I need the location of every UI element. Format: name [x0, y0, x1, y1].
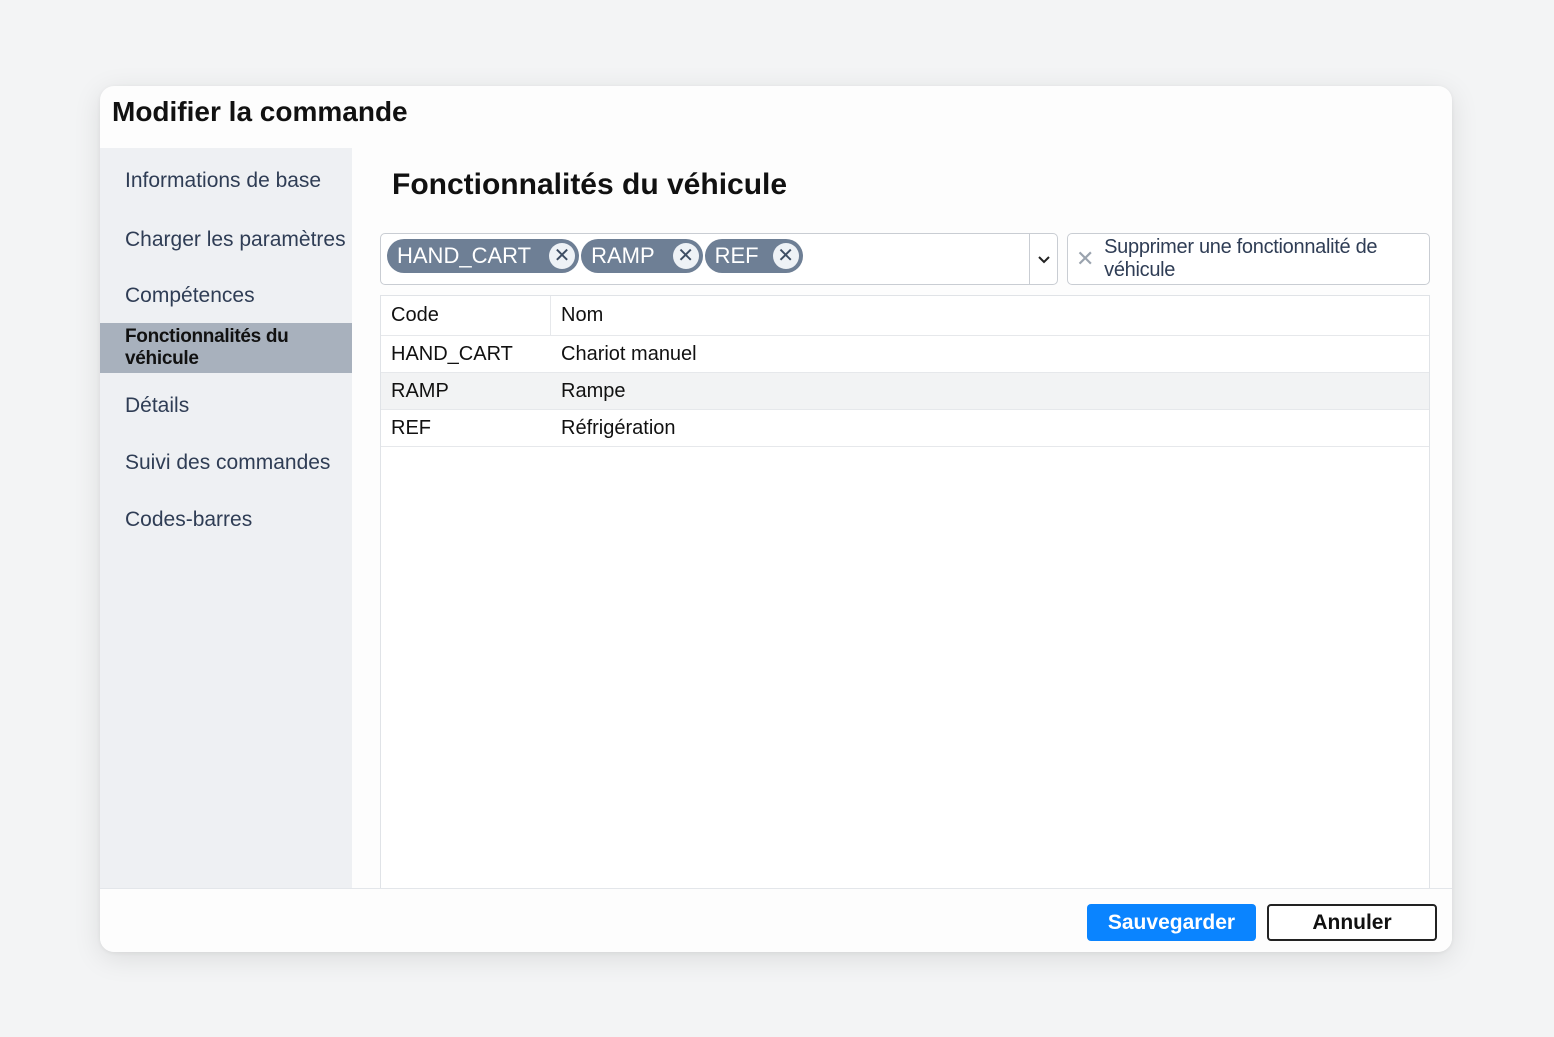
sidebar-item-label: Charger les paramètres — [125, 228, 346, 251]
sidebar-item-label: Codes-barres — [125, 508, 253, 531]
edit-order-dialog: Modifier la commande Informations de bas… — [100, 86, 1452, 952]
cell-code: RAMP — [391, 379, 449, 402]
cell-name: Réfrigération — [561, 416, 676, 439]
sidebar-item-load-settings[interactable]: Charger les paramètres — [100, 215, 352, 265]
save-button[interactable]: Sauvegarder — [1087, 904, 1256, 941]
sidebar-item-vehicle-features[interactable]: Fonctionnalités du véhicule — [100, 323, 352, 373]
sidebar-item-basic-info[interactable]: Informations de base — [100, 156, 352, 206]
cancel-button[interactable]: Annuler — [1267, 904, 1437, 941]
section-title: Fonctionnalités du véhicule — [392, 168, 788, 201]
cell-name: Rampe — [561, 379, 626, 402]
tag-label: HAND_CART — [397, 243, 532, 268]
sidebar-item-skills[interactable]: Compétences — [100, 271, 352, 321]
sidebar-item-label: Détails — [125, 394, 190, 417]
sidebar-item-label: Informations de base — [125, 169, 322, 192]
sidebar-item-order-tracking[interactable]: Suivi des commandes — [100, 438, 352, 488]
tag-label: RAMP — [591, 243, 655, 268]
cell-name: Chariot manuel — [561, 342, 697, 365]
sidebar-item-label: Fonctionnalités du véhicule — [125, 326, 289, 369]
tag-ramp: RAMP ✕ — [581, 239, 703, 273]
chevron-down-icon — [1037, 255, 1050, 263]
cell-code: HAND_CART — [391, 342, 513, 365]
vehicle-feature-select[interactable]: HAND_CART ✕ RAMP ✕ REF ✕ — [380, 233, 1058, 285]
column-header-name[interactable]: Nom — [561, 296, 603, 335]
vehicle-features-panel: Fonctionnalités du véhicule HAND_CART ✕ … — [352, 148, 1452, 888]
sidebar-item-label: Suivi des commandes — [125, 451, 331, 474]
tag-hand-cart: HAND_CART ✕ — [387, 239, 580, 273]
tag-label: REF — [714, 243, 759, 268]
remove-button-label: Supprimer une fonctionnalité de véhicule — [1104, 236, 1378, 281]
dialog-footer: Sauvegarder Annuler — [100, 888, 1452, 952]
sidebar-item-barcodes[interactable]: Codes-barres — [100, 495, 352, 545]
column-header-code[interactable]: Code — [391, 296, 549, 335]
selected-tags: HAND_CART ✕ RAMP ✕ REF ✕ — [387, 239, 805, 279]
remove-vehicle-feature-button[interactable]: ✕ Supprimer une fonctionnalité de véhicu… — [1067, 233, 1430, 285]
table-row[interactable]: HAND_CART Chariot manuel — [381, 336, 1429, 373]
sidebar-item-label: Compétences — [125, 284, 255, 307]
tag-ref: REF ✕ — [704, 239, 803, 273]
sidebar: Informations de base Charger les paramèt… — [100, 148, 352, 888]
table-row[interactable]: RAMP Rampe — [381, 373, 1429, 410]
close-icon[interactable]: ✕ — [672, 243, 699, 269]
dialog-title: Modifier la commande — [112, 96, 408, 127]
close-icon[interactable]: ✕ — [549, 243, 576, 269]
close-icon: ✕ — [1076, 246, 1095, 271]
table-row[interactable]: REF Réfrigération — [381, 410, 1429, 447]
sidebar-item-details[interactable]: Détails — [100, 381, 352, 431]
table-header: Code Nom — [381, 296, 1429, 336]
cell-code: REF — [391, 416, 431, 439]
close-icon[interactable]: ✕ — [772, 243, 799, 269]
column-divider — [550, 296, 551, 336]
dropdown-toggle[interactable] — [1029, 234, 1057, 284]
features-table: Code Nom HAND_CART Chariot manuel RAMP R… — [380, 295, 1430, 888]
